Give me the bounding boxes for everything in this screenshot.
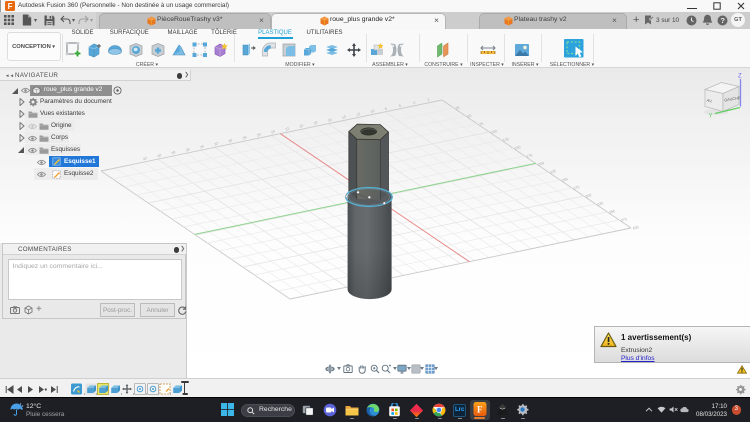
svg-text:20: 20 [299, 123, 304, 128]
svg-text:6: 6 [398, 104, 402, 108]
svg-text:275: 275 [573, 185, 580, 191]
svg-text:100: 100 [490, 129, 497, 135]
svg-text:150: 150 [514, 145, 521, 151]
svg-text:26: 26 [256, 132, 261, 137]
svg-text:12: 12 [356, 112, 361, 117]
svg-text:400: 400 [632, 225, 639, 231]
svg-text:75: 75 [479, 122, 484, 127]
svg-text:225: 225 [550, 169, 557, 175]
svg-text:F: F [477, 404, 483, 414]
svg-text:16: 16 [327, 118, 332, 123]
svg-text:125: 125 [502, 137, 509, 143]
svg-text:Z: Z [738, 74, 742, 80]
svg-text:24: 24 [270, 129, 275, 134]
svg-text:2: 2 [427, 98, 431, 102]
svg-text:175: 175 [526, 153, 533, 159]
svg-text:?: ? [720, 16, 725, 25]
svg-text:250: 250 [561, 177, 568, 183]
svg-text:34: 34 [199, 144, 204, 149]
svg-text:28: 28 [242, 135, 247, 140]
svg-text:300: 300 [585, 193, 592, 199]
svg-text:375: 375 [620, 217, 627, 223]
svg-text:Y: Y [709, 114, 713, 120]
svg-text:4: 4 [412, 101, 416, 105]
svg-text:25: 25 [455, 106, 460, 111]
svg-text:14: 14 [341, 115, 346, 120]
svg-text:8: 8 [384, 107, 388, 111]
svg-text:200: 200 [538, 161, 545, 167]
svg-text:F: F [8, 2, 13, 11]
svg-text:350: 350 [609, 209, 616, 215]
svg-text:18: 18 [313, 120, 318, 125]
svg-text:325: 325 [597, 201, 604, 207]
svg-text:50: 50 [467, 114, 472, 119]
svg-text:10: 10 [370, 109, 375, 114]
svg-text:22: 22 [285, 126, 290, 131]
svg-text:30: 30 [228, 138, 233, 143]
svg-text:32: 32 [214, 141, 219, 146]
